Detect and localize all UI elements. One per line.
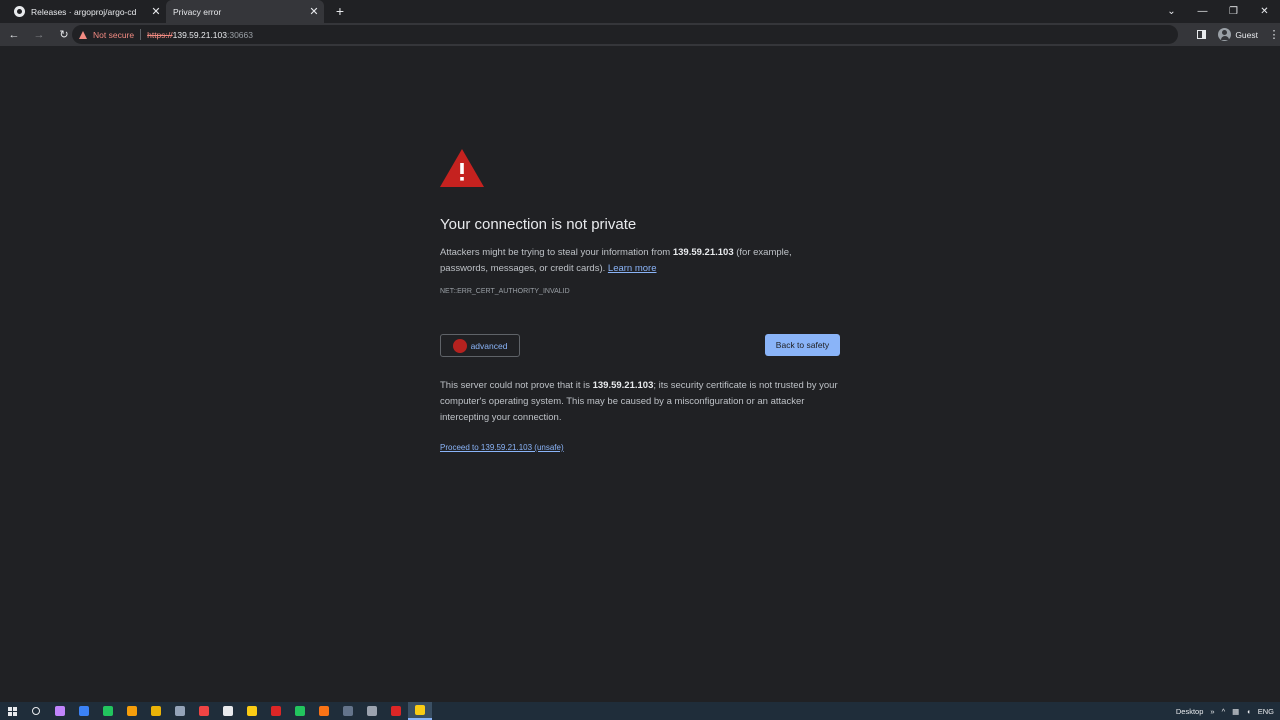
proceed-unsafe-link[interactable]: Proceed to 139.59.21.103 (unsafe) [440,443,564,452]
app-icon-6-glyph [175,706,185,716]
url-scheme: https:// [147,29,173,40]
chevron-up-icon[interactable]: ^ [1222,707,1226,716]
minimize-icon[interactable]: — [1187,6,1218,17]
chevron-right-icon[interactable]: » [1210,707,1214,716]
desktop-toolbar-label[interactable]: Desktop [1176,707,1204,716]
start-button[interactable] [0,702,24,720]
vlc-icon[interactable] [312,702,336,720]
profile-button[interactable]: Guest [1218,28,1258,41]
app-icon-2-glyph [79,706,89,716]
browser-toolbar: ← → ↻ Not secure https:// 139.59.21.103 … [0,23,1280,46]
back-icon[interactable]: ← [3,29,25,41]
chrome-active-icon-glyph [415,705,425,715]
main-message: Attackers might be trying to steal your … [440,245,840,277]
back-to-safety-button[interactable]: Back to safety [765,334,840,356]
app-icon-5-glyph [151,706,161,716]
app-icon-1-glyph [55,706,65,716]
details-text: This server could not prove that it is 1… [440,378,850,426]
message-text: Attackers might be trying to steal your … [440,247,673,258]
tab-releases[interactable]: Releases · argoproj/argo-cd ✕ [8,0,166,23]
divider [140,29,142,40]
taskbar: Desktop » ^ ▦ ◖ ENG [0,702,1280,720]
windows-icon [7,706,17,716]
tab-search-icon[interactable]: ⌄ [1156,6,1187,17]
file-explorer-icon-glyph [247,706,257,716]
app-icon-3-glyph [103,706,113,716]
url-port: :30663 [226,29,253,40]
side-panel-icon[interactable] [1197,30,1207,39]
error-code: NET::ERR_CERT_AUTHORITY_INVALID [440,288,570,295]
app-icon-11[interactable] [360,702,384,720]
search-icon-glyph [32,707,40,715]
chrome-icon-glyph [295,706,305,716]
tab-privacy-error[interactable]: Privacy error ✕ [166,0,324,23]
tab-strip: Releases · argoproj/argo-cd ✕ Privacy er… [0,0,1280,23]
app-icon-3[interactable] [96,702,120,720]
app-icon-4[interactable] [120,702,144,720]
forward-icon[interactable]: → [28,29,50,41]
app-icon-10-glyph [343,706,353,716]
interstitial-page: Your connection is not private Attackers… [0,46,1280,702]
details-text-part: This server could not prove that it is [440,380,593,391]
tab-title: Releases · argoproj/argo-cd [31,6,137,17]
app-icon-8[interactable] [216,702,240,720]
new-tab-button[interactable]: + [333,3,347,19]
github-icon [14,6,25,17]
app-icon-6[interactable] [168,702,192,720]
address-bar[interactable]: Not secure https:// 139.59.21.103 :30663 [72,25,1178,44]
restore-icon[interactable]: ❐ [1218,6,1249,17]
learn-more-link[interactable]: Learn more [608,263,657,274]
app-icon-4-glyph [127,706,137,716]
app-icon-2[interactable] [72,702,96,720]
app-icon-1[interactable] [48,702,72,720]
close-icon[interactable]: ✕ [150,5,162,18]
app-icon-5[interactable] [144,702,168,720]
app-icon-9-glyph [271,706,281,716]
chrome-active-icon[interactable] [408,702,432,720]
message-host: 139.59.21.103 [672,247,734,258]
window-controls: ⌄ — ❐ ✕ [1156,0,1280,23]
file-explorer-icon[interactable] [240,702,264,720]
tab-title: Privacy error [173,6,222,17]
security-chip[interactable]: Not secure [93,30,134,40]
network-icon[interactable]: ▦ [1232,707,1239,716]
advanced-label: advanced [470,340,508,351]
search-icon[interactable] [24,702,48,720]
menu-icon[interactable]: ⋮ [1268,28,1280,41]
app-icon-10[interactable] [336,702,360,720]
profile-label: Guest [1235,29,1258,40]
system-tray: Desktop » ^ ▦ ◖ ENG [1176,702,1274,720]
chrome-icon[interactable] [288,702,312,720]
warning-icon[interactable] [79,30,87,39]
volume-icon[interactable]: ◖ [1246,707,1251,716]
advanced-button[interactable]: advanced [440,334,520,357]
toolbar-right: Guest ⋮ [1197,23,1280,46]
details-host: 139.59.21.103 [592,380,654,391]
page-title: Your connection is not private [440,216,637,233]
app-icon-7[interactable] [192,702,216,720]
url-host: 139.59.21.103 [172,29,227,40]
vlc-icon-glyph [319,706,329,716]
app-icon-11-glyph [367,706,377,716]
powerpoint-icon[interactable] [384,702,408,720]
app-icon-7-glyph [199,706,209,716]
close-window-icon[interactable]: ✕ [1249,6,1280,17]
powerpoint-icon-glyph [391,706,401,716]
warning-triangle-icon [440,149,484,187]
app-icon-9[interactable] [264,702,288,720]
app-icon-8-glyph [223,706,233,716]
language-indicator[interactable]: ENG [1258,707,1274,716]
cursor-highlight [453,339,467,353]
avatar-icon [1218,28,1232,41]
close-icon[interactable]: ✕ [308,5,320,18]
